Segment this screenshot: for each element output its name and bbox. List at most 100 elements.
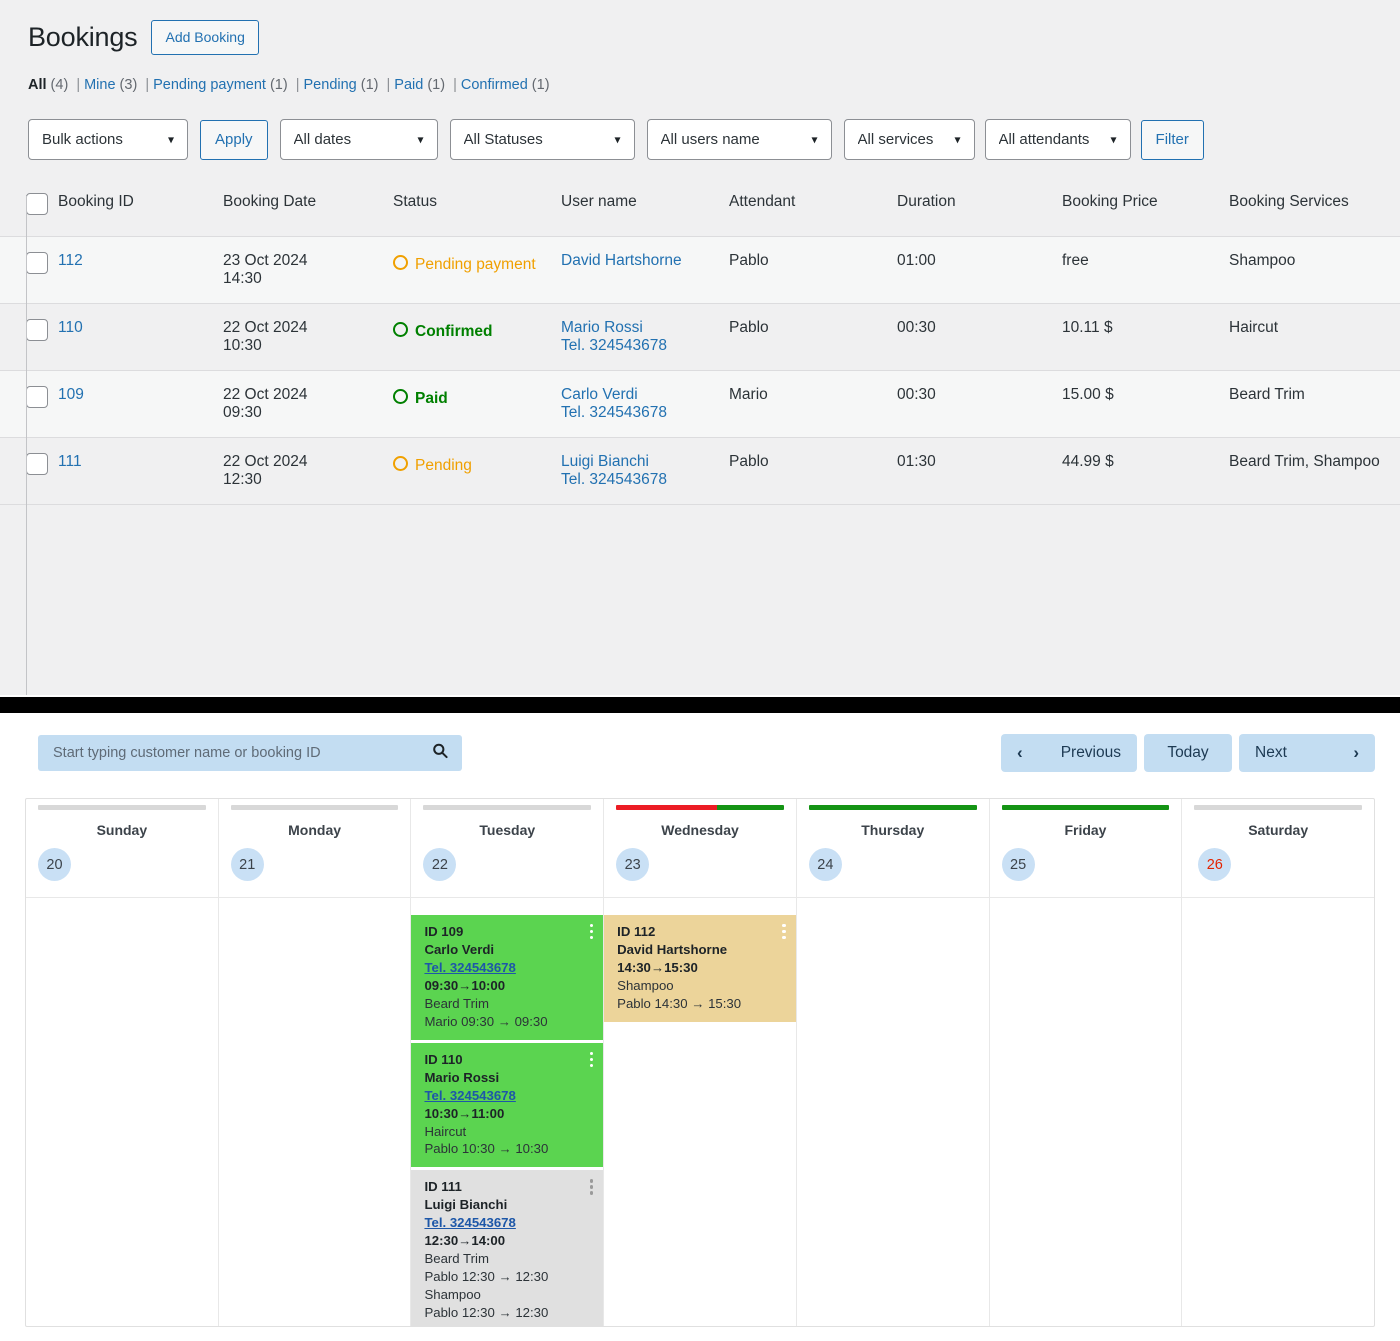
event-phone-link[interactable]: Tel. 324543678: [424, 1087, 593, 1105]
chevron-right-icon: ›: [1353, 743, 1359, 762]
user-phone-link[interactable]: Tel. 324543678: [561, 404, 719, 422]
user-name-link[interactable]: David Hartshorne: [561, 252, 719, 270]
row-checkbox[interactable]: [26, 453, 48, 476]
all-dates-select[interactable]: All dates: [279, 119, 438, 161]
next-button[interactable]: Next ›: [1239, 734, 1375, 772]
row-select-cell: [0, 370, 58, 439]
view-link-confirmed[interactable]: Confirmed: [461, 77, 528, 93]
view-link-pending-payment[interactable]: Pending payment: [153, 77, 266, 93]
column-header-booking-services[interactable]: Booking Services: [1229, 179, 1400, 238]
day-number[interactable]: 24: [808, 848, 842, 881]
event-service-name-0: Beard Trim: [424, 1251, 489, 1267]
column-header-duration[interactable]: Duration: [897, 179, 1062, 238]
event-phone-link[interactable]: Tel. 324543678: [424, 959, 593, 977]
kebab-menu-icon[interactable]: [782, 924, 786, 940]
calendar-column-sunday: [26, 898, 219, 1326]
event-customer: Carlo Verdi: [424, 941, 495, 957]
today-button[interactable]: Today: [1144, 734, 1232, 772]
event-service-name-0: Beard Trim: [424, 995, 489, 1011]
all-users-wrapper: All users name ▾: [646, 119, 832, 161]
event-time-range: 10:30→11:00: [424, 1105, 505, 1121]
cell-duration: 01:30: [897, 437, 1062, 506]
views-separator: |: [386, 77, 391, 94]
booking-id-link[interactable]: 111: [58, 453, 82, 470]
table-row: 111 22 Oct 2024 12:30 Pending Luigi Bianchi T…: [0, 437, 1400, 506]
event-phone-link[interactable]: Tel. 324543678: [424, 1214, 593, 1232]
apply-button[interactable]: Apply: [200, 119, 268, 160]
day-name: Wednesday: [661, 822, 739, 838]
booking-id-link[interactable]: 110: [58, 319, 83, 336]
user-phone-link[interactable]: Tel. 324543678: [561, 337, 719, 355]
cell-user-name: Carlo Verdi Tel. 324543678: [561, 370, 729, 439]
kebab-menu-icon[interactable]: [589, 924, 594, 940]
day-number[interactable]: 20: [38, 848, 71, 881]
view-link-all[interactable]: All: [28, 77, 47, 93]
calendar-event[interactable]: ID 111 Luigi Bianchi Tel. 324543678 12:30→1…: [411, 1170, 604, 1326]
bulk-actions-select[interactable]: Bulk actions: [28, 119, 188, 161]
column-header-attendant[interactable]: Attendant: [729, 179, 897, 238]
user-name-link[interactable]: Carlo Verdi: [561, 386, 719, 404]
calendar-event[interactable]: ID 109 Carlo Verdi Tel. 324543678 09:30→10:…: [411, 915, 604, 1040]
column-header-booking-date[interactable]: Booking Date: [223, 179, 393, 238]
row-checkbox[interactable]: [26, 319, 48, 342]
row-checkbox[interactable]: [26, 252, 48, 275]
day-number[interactable]: 25: [1001, 848, 1035, 881]
event-service-attendant-0: Pablo 12:30 → 12:30: [424, 1269, 549, 1285]
all-users-select[interactable]: All users name: [646, 119, 832, 161]
availability-bar: [808, 805, 977, 810]
view-link-mine[interactable]: Mine: [84, 77, 115, 93]
cell-status: Pending: [393, 437, 561, 506]
booking-date-time: 12:30: [223, 471, 262, 489]
user-name-link[interactable]: Mario Rossi: [561, 319, 719, 337]
cell-status: Paid: [393, 370, 561, 439]
row-select-cell: [0, 303, 58, 372]
select-all-checkbox[interactable]: [26, 193, 48, 216]
calendar-day-header-friday: Friday 25: [990, 799, 1183, 897]
day-number[interactable]: 22: [423, 848, 457, 881]
filter-button[interactable]: Filter: [1140, 119, 1204, 160]
calendar-event[interactable]: ID 112 David Hartshorne 14:30→15:30 Shampoo…: [604, 915, 796, 1022]
day-name: Thursday: [861, 822, 925, 838]
add-booking-button[interactable]: Add Booking: [151, 20, 259, 55]
page-title: Bookings: [28, 22, 138, 52]
day-number[interactable]: 23: [616, 848, 650, 881]
all-statuses-select[interactable]: All Statuses: [449, 119, 635, 161]
day-number[interactable]: 21: [230, 848, 264, 881]
previous-label: Previous: [1060, 744, 1121, 761]
column-header-user-name[interactable]: User name: [561, 179, 729, 238]
row-checkbox[interactable]: [26, 386, 48, 409]
previous-button[interactable]: ‹ Previous: [1001, 734, 1137, 772]
user-name-link[interactable]: Luigi Bianchi: [561, 453, 719, 471]
booking-id-link[interactable]: 109: [58, 386, 84, 403]
cell-attendant: Pablo: [729, 236, 897, 305]
table-toolbar: Bulk actions ▾ Apply All dates ▾ All Sta…: [28, 119, 1400, 161]
all-attendants-select[interactable]: All attendants: [984, 119, 1131, 161]
user-phone-link[interactable]: Tel. 324543678: [561, 471, 719, 489]
day-number[interactable]: 26: [1198, 848, 1232, 881]
search-input[interactable]: [38, 745, 462, 761]
booking-id-link[interactable]: 112: [58, 252, 83, 269]
table-header-row: Booking ID Booking Date Status User name…: [0, 179, 1400, 238]
kebab-menu-icon[interactable]: [589, 1179, 594, 1195]
calendar-event[interactable]: ID 110 Mario Rossi Tel. 324543678 10:30→11:…: [411, 1042, 604, 1168]
column-header-status[interactable]: Status: [393, 179, 561, 238]
status-label: Paid: [415, 390, 448, 408]
all-services-select[interactable]: All services: [843, 119, 975, 161]
view-link-paid[interactable]: Paid: [394, 77, 423, 93]
cell-booking-price: 44.99 $: [1062, 437, 1229, 506]
event-service-attendant-0: Pablo 14:30 → 15:30: [617, 995, 742, 1011]
view-count: (1): [527, 77, 550, 94]
column-header-booking-id[interactable]: Booking ID: [58, 179, 223, 238]
column-header-booking-price[interactable]: Booking Price: [1062, 179, 1229, 238]
availability-bar: [423, 805, 592, 810]
search-icon[interactable]: [432, 743, 448, 764]
cell-booking-date: 22 Oct 2024 09:30: [223, 370, 393, 439]
cell-booking-price: 10.11 $: [1062, 303, 1229, 372]
view-link-pending[interactable]: Pending: [304, 77, 357, 93]
kebab-menu-icon[interactable]: [589, 1051, 594, 1067]
event-time-range: 09:30→10:00: [424, 977, 506, 993]
select-all-header: [0, 179, 58, 238]
table-row: 110 22 Oct 2024 10:30 Confirmed Mario Rossi T…: [0, 303, 1400, 372]
day-name: Friday: [1064, 822, 1107, 838]
availability-segment: [423, 805, 592, 810]
